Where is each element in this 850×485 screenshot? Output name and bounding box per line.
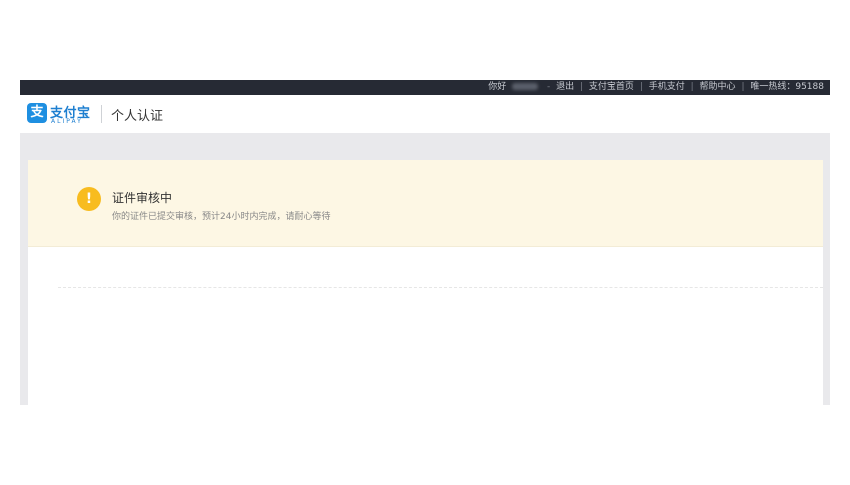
greeting-text: 你好 <box>488 82 507 92</box>
separator: | <box>741 82 745 92</box>
logout-link[interactable]: 退出 <box>556 82 574 92</box>
redacted-username <box>512 83 539 90</box>
hotline-text: 唯一热线：95188 <box>750 82 824 92</box>
notice-description: 你的证件已提交审核，预计24小时内完成，请耐心等待 <box>112 212 331 222</box>
separator: | <box>639 82 643 92</box>
alipay-logo-icon: 支 <box>27 103 47 123</box>
mobile-pay-link[interactable]: 手机支付 <box>649 82 685 92</box>
top-nav-links: 你好 - 退出 | 支付宝首页 | 手机支付 | 帮助中心 | 唯一热线：951… <box>488 80 824 95</box>
logo-subtext: ALIPAY <box>51 118 83 125</box>
warning-icon: ! <box>77 187 101 211</box>
separator: - <box>546 82 551 92</box>
site-header: 支 支付宝 ALIPAY 个人认证 <box>20 95 830 133</box>
review-status-notice: ! 证件审核中 你的证件已提交审核，预计24小时内完成，请耐心等待 <box>28 160 823 247</box>
separator: | <box>580 82 584 92</box>
separator: | <box>690 82 694 92</box>
section-divider <box>58 287 823 288</box>
page-title: 个人认证 <box>111 109 164 124</box>
alipay-logo[interactable]: 支 支付宝 ALIPAY <box>27 103 97 127</box>
header-divider <box>101 105 102 123</box>
browser-viewport: 你好 - 退出 | 支付宝首页 | 手机支付 | 帮助中心 | 唯一热线：951… <box>20 80 830 405</box>
top-nav-bar: 你好 - 退出 | 支付宝首页 | 手机支付 | 帮助中心 | 唯一热线：951… <box>20 80 830 95</box>
main-content: ! 证件审核中 你的证件已提交审核，预计24小时内完成，请耐心等待 <box>28 160 823 405</box>
notice-title: 证件审核中 <box>112 191 173 205</box>
alipay-home-link[interactable]: 支付宝首页 <box>589 82 634 92</box>
help-center-link[interactable]: 帮助中心 <box>700 82 736 92</box>
